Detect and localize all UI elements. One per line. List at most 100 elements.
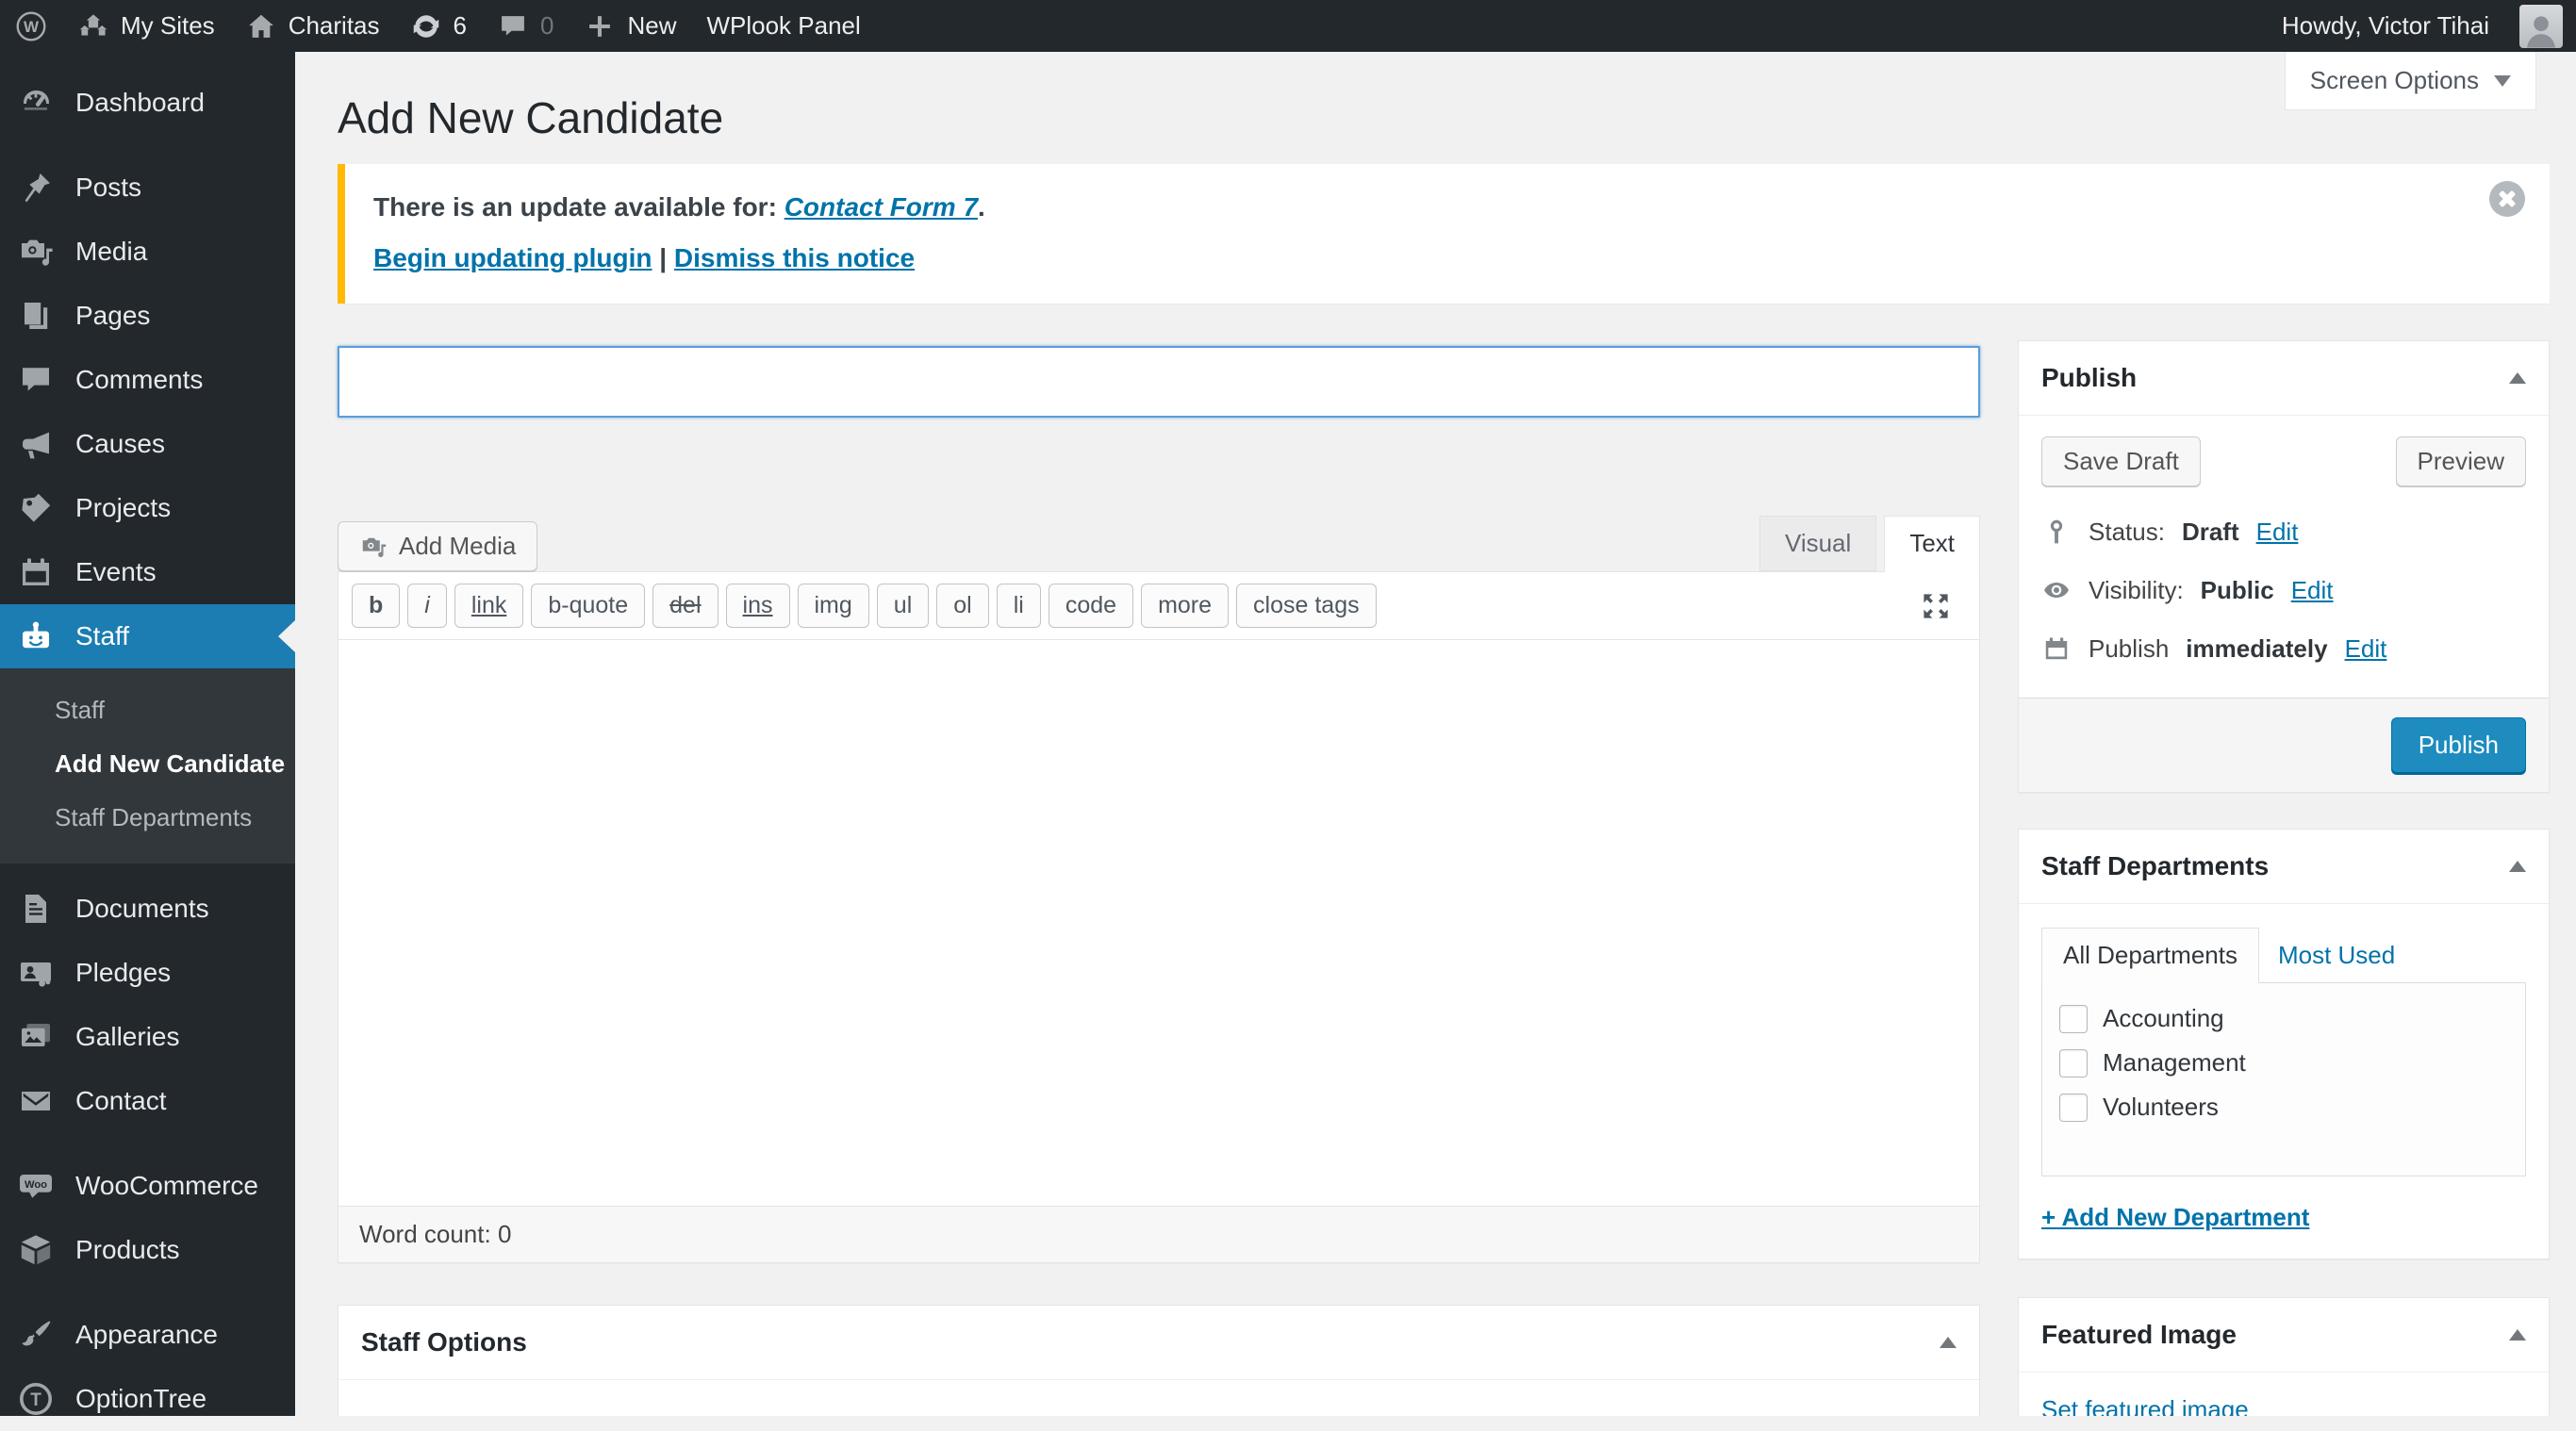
tab-visual[interactable]: Visual	[1759, 516, 1877, 571]
sidebar-item-woocommerce[interactable]: Woo WooCommerce	[0, 1154, 295, 1218]
post-status-pin-icon	[2050, 519, 2063, 544]
checkbox-volunteers[interactable]	[2059, 1093, 2088, 1122]
quicktag-bold-button[interactable]: b	[352, 584, 401, 628]
edit-visibility-link[interactable]: Edit	[2291, 576, 2334, 605]
screen-options-tab[interactable]: Screen Options	[2284, 52, 2536, 110]
tab-most-used[interactable]: Most Used	[2259, 929, 2414, 982]
comments-menu[interactable]: 0	[482, 0, 569, 52]
my-sites-menu[interactable]: My Sites	[62, 0, 230, 52]
comment-bubble-icon	[23, 368, 49, 391]
sidebar-item-contact[interactable]: Contact	[0, 1069, 295, 1133]
quicktag-blockquote-button[interactable]: b-quote	[531, 584, 646, 628]
set-featured-image-link[interactable]: Set featured image	[2041, 1395, 2249, 1416]
quicktag-more-button[interactable]: more	[1141, 584, 1230, 628]
post-title-input[interactable]	[338, 346, 1980, 418]
schedule-label: Publish	[2089, 633, 2170, 663]
submenu-item-add-new-candidate[interactable]: Add New Candidate	[0, 737, 295, 791]
collapse-toggle-icon[interactable]	[1940, 1337, 1957, 1348]
sidebar-item-pages[interactable]: Pages	[0, 284, 295, 348]
sidebar-item-projects[interactable]: Projects	[0, 476, 295, 540]
gallery-icon	[22, 1024, 50, 1046]
checkbox-management[interactable]	[2059, 1048, 2088, 1077]
sidebar-item-posts[interactable]: Posts	[0, 156, 295, 220]
wordpress-icon: W	[16, 11, 46, 41]
quicktag-italic-button[interactable]: i	[407, 584, 447, 628]
save-draft-button[interactable]: Save Draft	[2041, 436, 2201, 486]
sidebar-item-staff[interactable]: Staff	[0, 604, 295, 668]
envelope-icon	[22, 1092, 50, 1110]
account-menu[interactable]: Howdy, Victor Tihai	[2267, 11, 2504, 41]
person-icon	[2527, 15, 2555, 48]
submenu-item-staff-departments[interactable]: Staff Departments	[0, 791, 295, 845]
quicktag-ol-button[interactable]: ol	[936, 584, 989, 628]
comment-bubble-icon	[502, 15, 524, 36]
dismiss-notice-link[interactable]: Dismiss this notice	[674, 243, 915, 272]
edit-schedule-link[interactable]: Edit	[2345, 634, 2387, 664]
quicktag-link-button[interactable]: link	[454, 584, 524, 628]
sidebar-item-products[interactable]: Products	[0, 1218, 295, 1282]
site-name-menu[interactable]: Charitas	[230, 0, 395, 52]
quicktag-ul-button[interactable]: ul	[876, 584, 930, 628]
quicktag-ins-button[interactable]: ins	[725, 584, 790, 628]
department-checklist: Accounting Management Volunteers	[2041, 982, 2526, 1176]
sidebar-item-pledges[interactable]: Pledges	[0, 941, 295, 1005]
status-value: Draft	[2181, 517, 2239, 546]
sidebar-item-label: Contact	[75, 1086, 167, 1115]
calendar-icon	[2045, 637, 2068, 660]
quicktag-li-button[interactable]: li	[996, 584, 1041, 628]
post-content-textarea[interactable]	[339, 640, 1979, 1206]
quicktag-img-button[interactable]: img	[797, 584, 869, 628]
begin-update-link[interactable]: Begin updating plugin	[373, 243, 652, 272]
collapse-toggle-icon[interactable]	[2509, 372, 2526, 384]
collapse-toggle-icon[interactable]	[2509, 1329, 2526, 1341]
document-icon	[25, 895, 46, 923]
comments-count: 0	[539, 11, 554, 40]
preview-button[interactable]: Preview	[2395, 436, 2526, 486]
pledge-card-icon	[21, 962, 51, 987]
tab-text[interactable]: Text	[1884, 516, 1980, 572]
sidebar-item-appearance[interactable]: Appearance	[0, 1303, 295, 1367]
edit-status-link[interactable]: Edit	[2256, 518, 2299, 547]
sidebar-item-events[interactable]: Events	[0, 540, 295, 604]
wplook-panel-menu[interactable]: WPlook Panel	[691, 0, 875, 52]
status-row: Status: Draft Edit	[2041, 517, 2526, 547]
camera-icon	[22, 239, 53, 266]
add-media-button[interactable]: Add Media	[338, 521, 538, 571]
sidebar-item-documents[interactable]: Documents	[0, 877, 295, 941]
sidebar-item-causes[interactable]: Causes	[0, 412, 295, 476]
avatar[interactable]	[2519, 4, 2563, 48]
dismiss-circle-icon[interactable]	[2489, 181, 2525, 217]
wordpress-logo-menu[interactable]: W	[0, 0, 62, 52]
home-icon	[248, 14, 273, 38]
fullscreen-expand-icon[interactable]	[1919, 589, 1953, 623]
side-column: Publish Save Draft Preview Status: Draft…	[2018, 340, 2550, 1416]
featured-image-title: Featured Image	[2041, 1320, 2237, 1349]
staff-options-panel: Staff Options Headshot	[338, 1305, 1980, 1416]
sidebar-item-dashboard[interactable]: Dashboard	[0, 71, 295, 135]
howdy-label: Howdy, Victor Tihai	[2281, 11, 2489, 40]
plugin-link[interactable]: Contact Form 7	[784, 192, 978, 222]
sidebar-item-optiontree[interactable]: T OptionTree	[0, 1367, 295, 1431]
add-new-department-link[interactable]: + Add New Department	[2041, 1203, 2309, 1232]
sidebar-item-label: Media	[75, 237, 148, 266]
staff-departments-title: Staff Departments	[2041, 851, 2270, 880]
submenu-item-staff[interactable]: Staff	[0, 683, 295, 737]
sidebar-item-galleries[interactable]: Galleries	[0, 1005, 295, 1069]
publish-button[interactable]: Publish	[2390, 717, 2526, 773]
sidebar-item-label: Dashboard	[75, 88, 205, 117]
department-row: Volunteers	[2059, 1093, 2508, 1122]
notice-prefix: There is an update available for:	[373, 192, 784, 222]
updates-count: 6	[453, 11, 467, 40]
new-content-menu[interactable]: New	[569, 0, 691, 52]
quicktag-closetags-button[interactable]: close tags	[1236, 584, 1377, 628]
sidebar-item-comments[interactable]: Comments	[0, 348, 295, 412]
checkbox-accounting[interactable]	[2059, 1004, 2088, 1033]
quicktag-del-button[interactable]: del	[652, 584, 718, 628]
tab-all-departments[interactable]: All Departments	[2041, 928, 2259, 983]
updates-menu[interactable]: 6	[395, 0, 482, 52]
sidebar-item-media[interactable]: Media	[0, 220, 295, 284]
quicktag-code-button[interactable]: code	[1048, 584, 1134, 628]
collapse-toggle-icon[interactable]	[2509, 861, 2526, 872]
separator: |	[659, 243, 668, 272]
department-tabs: All Departments Most Used	[2041, 927, 2526, 983]
